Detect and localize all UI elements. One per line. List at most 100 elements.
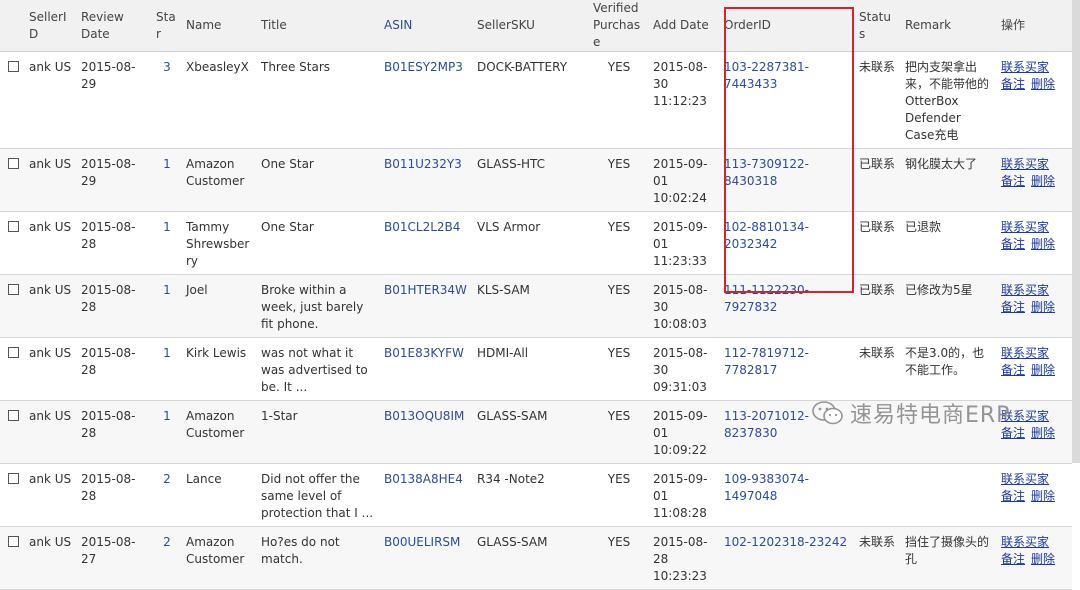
verified-purchase-cell: YES [607, 60, 631, 74]
contact-buyer-link[interactable]: 联系买家 [1001, 535, 1049, 549]
row-checkbox[interactable] [8, 284, 19, 295]
asin-cell[interactable]: B01HTER34W [380, 275, 473, 338]
review-date-cell: 2015-08-29 [81, 60, 136, 91]
status-cell [855, 401, 901, 464]
remark-cell: 钢化膜太大了 [905, 157, 978, 171]
remark-cell: 挡住了摄像头的孔 [905, 535, 990, 566]
row-select-cell [0, 52, 25, 149]
order-id-cell[interactable]: 102-1202318-23242 [720, 527, 855, 590]
header-order-id[interactable]: OrderID [720, 0, 855, 52]
add-date-cell: 2015-08-30 09:31:03 [653, 346, 708, 394]
order-id-cell[interactable]: 112-7819712-7782817 [720, 338, 855, 401]
table-row[interactable]: ank US 2015-08-27 2 Amazon Customer Ho?es do… [0, 526, 1072, 590]
note-link[interactable]: 备注 [1001, 300, 1025, 314]
table-row[interactable]: ank US 2015-08-28 1 Kirk Lewis was not what … [0, 338, 1072, 401]
header-seller-sku[interactable]: SellerSKU [473, 0, 589, 52]
header-add-date[interactable]: Add Date [649, 0, 720, 52]
seller-sku-cell: VLS Armor [477, 220, 541, 234]
delete-link[interactable]: 删除 [1031, 489, 1055, 503]
verified-purchase-cell: YES [607, 472, 631, 486]
table-row[interactable]: ank US 2015-08-28 1 Amazon Customer 1-Star B0… [0, 400, 1072, 464]
header-review-date[interactable]: Review Date [77, 0, 152, 52]
order-id-cell[interactable]: 111-1122230-7927832 [720, 275, 855, 338]
review-date-cell: 2015-08-28 [81, 283, 136, 314]
order-id-cell[interactable]: 103-2287381-7443433 [720, 52, 855, 149]
select-all-header [0, 0, 25, 52]
delete-link[interactable]: 删除 [1031, 174, 1055, 188]
contact-buyer-link[interactable]: 联系买家 [1001, 60, 1049, 74]
row-checkbox[interactable] [8, 61, 19, 72]
contact-buyer-link[interactable]: 联系买家 [1001, 409, 1049, 423]
row-checkbox[interactable] [8, 221, 19, 232]
delete-link[interactable]: 删除 [1031, 77, 1055, 91]
contact-buyer-link[interactable]: 联系买家 [1001, 346, 1049, 360]
note-link[interactable]: 备注 [1001, 363, 1025, 377]
header-remark[interactable]: Remark [901, 0, 997, 52]
note-link[interactable]: 备注 [1001, 426, 1025, 440]
delete-link[interactable]: 删除 [1031, 300, 1055, 314]
asin-cell[interactable]: B01ESY2MP3 [380, 52, 473, 149]
delete-link[interactable]: 删除 [1031, 426, 1055, 440]
actions-cell: 联系买家备注 删除 [997, 338, 1072, 401]
title-cell: One Star [261, 220, 314, 234]
asin-cell[interactable]: B011U232Y3 [380, 149, 473, 212]
asin-cell[interactable]: B01E83KYFW [380, 338, 473, 401]
delete-link[interactable]: 删除 [1031, 237, 1055, 251]
name-cell: Tammy Shrewsberry [186, 220, 250, 268]
name-cell: Amazon Customer [186, 535, 245, 566]
note-link[interactable]: 备注 [1001, 552, 1025, 566]
table-row[interactable]: ank US 2015-08-28 1 Joel Broke within a week… [0, 274, 1072, 338]
contact-buyer-link[interactable]: 联系买家 [1001, 157, 1049, 171]
seller-id-cell: ank US [29, 157, 72, 171]
review-date-cell: 2015-08-28 [81, 472, 136, 503]
header-seller-id[interactable]: SellerID [25, 0, 77, 52]
verified-purchase-cell: YES [607, 220, 631, 234]
header-status[interactable]: Status [855, 0, 901, 52]
asin-cell[interactable]: B00UELIRSM [380, 527, 473, 590]
review-date-cell: 2015-08-29 [81, 157, 136, 188]
remark-cell: 不是3.0的，也不能工作。 [905, 346, 985, 377]
table-row[interactable]: ank US 2015-08-29 1 Amazon Customer One Star… [0, 148, 1072, 212]
contact-buyer-link[interactable]: 联系买家 [1001, 220, 1049, 234]
note-link[interactable]: 备注 [1001, 237, 1025, 251]
header-verified-purchase[interactable]: Verified Purchase [589, 0, 649, 52]
seller-sku-cell: HDMI-All [477, 346, 529, 360]
note-link[interactable]: 备注 [1001, 174, 1025, 188]
table-row[interactable]: ank US 2015-08-28 2 Lance Did not offer the … [0, 464, 1072, 527]
remark-cell [901, 401, 997, 464]
delete-link[interactable]: 删除 [1031, 363, 1055, 377]
order-id-cell[interactable]: 113-2071012-8237830 [720, 401, 855, 464]
star-cell: 1 [163, 409, 171, 423]
row-checkbox[interactable] [8, 473, 19, 484]
name-cell: Joel [186, 283, 208, 297]
contact-buyer-link[interactable]: 联系买家 [1001, 472, 1049, 486]
delete-link[interactable]: 删除 [1031, 552, 1055, 566]
row-checkbox[interactable] [8, 347, 19, 358]
seller-id-cell: ank US [29, 60, 72, 74]
table-row[interactable]: ank US 2015-08-29 3 XbeasleyX Three Stars B01… [0, 52, 1072, 149]
table-row[interactable]: ank US 2015-08-28 1 Tammy Shrewsberry One St… [0, 212, 1072, 275]
add-date-cell: 2015-09-01 11:23:33 [653, 220, 708, 268]
asin-cell[interactable]: B01CL2L2B4 [380, 212, 473, 275]
order-id-cell[interactable]: 109-9383074-1497048 [720, 464, 855, 527]
status-cell: 未联系 [859, 60, 896, 74]
row-checkbox[interactable] [8, 158, 19, 169]
header-title[interactable]: Title [257, 0, 380, 52]
title-cell: Three Stars [261, 60, 331, 74]
contact-buyer-link[interactable]: 联系买家 [1001, 283, 1049, 297]
asin-cell[interactable]: B013OQU8IM [380, 401, 473, 464]
note-link[interactable]: 备注 [1001, 489, 1025, 503]
asin-cell[interactable]: B0138A8HE4 [380, 464, 473, 527]
scrollbar-edge[interactable] [1072, 0, 1080, 463]
actions-cell: 联系买家备注 删除 [997, 464, 1072, 527]
order-id-cell[interactable]: 102-8810134-2032342 [720, 212, 855, 275]
remark-cell: 把内支架拿出来，不能带他的OtterBox Defender Case充电 [905, 60, 990, 142]
row-checkbox[interactable] [8, 410, 19, 421]
order-id-cell[interactable]: 113-7309122-8430318 [720, 149, 855, 212]
seller-sku-cell: DOCK-BATTERY [477, 60, 568, 74]
header-star[interactable]: Star [152, 0, 182, 52]
header-asin[interactable]: ASIN [380, 0, 473, 52]
row-checkbox[interactable] [8, 536, 19, 547]
header-name[interactable]: Name [182, 0, 257, 52]
note-link[interactable]: 备注 [1001, 77, 1025, 91]
